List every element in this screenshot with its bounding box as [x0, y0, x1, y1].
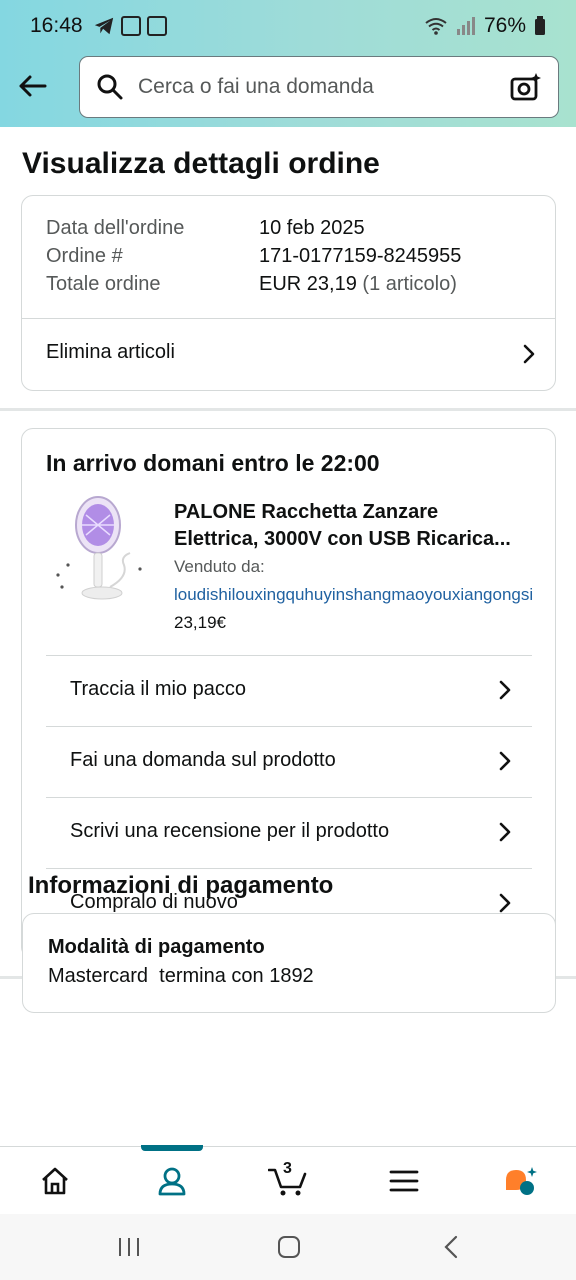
nav-cart[interactable]	[248, 1147, 328, 1215]
bottom-navigation	[0, 1145, 576, 1215]
payment-section-title: Informazioni di pagamento	[28, 872, 334, 899]
action-track-package[interactable]: Traccia il mio pacco	[46, 656, 532, 726]
home-square-icon	[278, 1236, 300, 1258]
search-icon	[97, 74, 123, 100]
mosquito-racket-image[interactable]	[50, 495, 150, 605]
system-navigation-bar	[0, 1214, 576, 1280]
nav-home[interactable]	[15, 1147, 95, 1215]
status-right: 76%	[424, 14, 546, 38]
chevron-right-icon	[499, 680, 511, 700]
product-title-line1: PALONE Racchetta Zanzare	[174, 501, 439, 523]
order-date-value: 10 feb 2025	[259, 217, 365, 239]
chevron-right-icon	[499, 893, 511, 913]
order-number-label: Ordine #	[46, 245, 123, 267]
action-label: Fai una domanda sul prodotto	[70, 749, 336, 771]
wifi-icon	[425, 18, 447, 35]
camera-search-icon[interactable]	[510, 72, 542, 102]
payment-method-label: Modalità di pagamento	[48, 936, 265, 958]
action-write-review[interactable]: Scrivi una recensione per il prodotto	[46, 798, 532, 868]
action-ask-question[interactable]: Fai una domanda sul prodotto	[46, 727, 532, 797]
back-system-button[interactable]	[438, 1232, 464, 1262]
back-button[interactable]	[14, 68, 50, 104]
section-separator	[0, 408, 576, 411]
back-arrow-icon	[19, 75, 47, 97]
rufus-icon	[506, 1167, 537, 1195]
chevron-right-icon	[499, 822, 511, 842]
recent-apps-button[interactable]	[112, 1232, 146, 1262]
order-total-amount: EUR 23,19	[259, 273, 357, 295]
status-notification-icons	[93, 16, 167, 36]
nav-rufus[interactable]	[481, 1147, 561, 1215]
nav-account[interactable]	[132, 1147, 212, 1215]
cart-count-badge: 3	[283, 1160, 292, 1177]
delete-items-row[interactable]: Elimina articoli	[22, 319, 555, 390]
page-title: Visualizza dettagli ordine	[22, 147, 380, 180]
order-total-label: Totale ordine	[46, 273, 161, 295]
payment-method-card: Modalità di pagamento Mastercard termina…	[22, 913, 556, 1013]
action-label: Scrivi una recensione per il prodotto	[70, 820, 390, 842]
sold-by-label: Venduto da:	[174, 557, 265, 576]
search-bar[interactable]: Cerca o fai una domanda	[79, 56, 559, 118]
app-notification-icon	[120, 16, 141, 36]
seller-link[interactable]: loudishilouxingquhuyinshangmaoyouxiangon…	[174, 585, 533, 605]
order-item-count: (1 articolo)	[362, 273, 457, 295]
delivery-estimate: In arrivo domani entro le 22:00	[46, 450, 380, 476]
battery-icon	[535, 16, 545, 35]
account-icon	[158, 1167, 186, 1196]
home-icon	[42, 1167, 68, 1195]
product-title-line2: Elettrica, 3000V con USB Ricarica...	[174, 528, 511, 550]
nav-menu[interactable]	[364, 1147, 444, 1215]
status-time: 16:48	[30, 14, 83, 37]
payment-method-value: Mastercard termina con 1892	[48, 965, 314, 987]
back-chevron-icon	[444, 1235, 458, 1259]
search-input[interactable]: Cerca o fai una domanda	[138, 75, 510, 99]
chevron-right-icon	[499, 751, 511, 771]
telegram-icon	[94, 17, 113, 35]
order-total-value: EUR 23,19 (1 articolo)	[259, 273, 457, 296]
menu-icon	[389, 1170, 419, 1192]
action-label: Traccia il mio pacco	[70, 678, 246, 700]
product-price: 23,19€	[174, 613, 226, 632]
order-date-label: Data dell'ordine	[46, 217, 185, 239]
home-system-button[interactable]	[274, 1232, 304, 1262]
status-bar: 16:48 76%	[0, 0, 576, 52]
delete-items-label: Elimina articoli	[46, 341, 175, 363]
order-number-value: 171-0177159-8245955	[259, 245, 462, 267]
battery-percent: 76%	[483, 14, 526, 37]
recent-apps-icon	[119, 1238, 139, 1256]
signal-icon	[456, 17, 475, 35]
app-notification-icon	[146, 16, 167, 36]
product-title[interactable]: PALONE Racchetta Zanzare Elettrica, 3000…	[174, 499, 534, 553]
header-bar: 16:48 76% Cerca o fai una domanda	[0, 0, 576, 127]
chevron-right-icon	[523, 344, 535, 364]
order-summary-card: Data dell'ordine 10 feb 2025 Ordine # 17…	[21, 195, 556, 391]
